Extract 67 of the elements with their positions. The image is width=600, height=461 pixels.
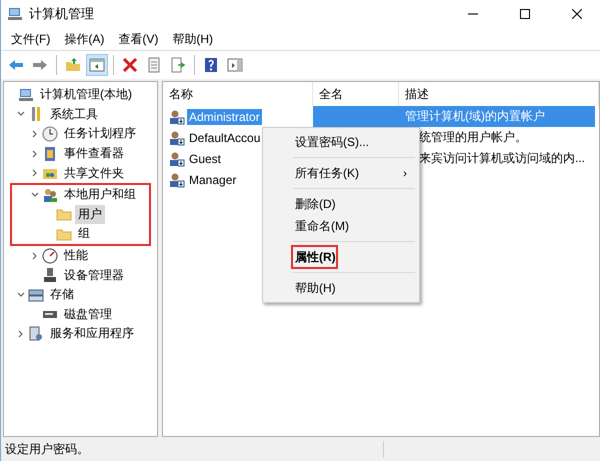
tree-item[interactable]: 存储 <box>47 285 77 304</box>
tree-item[interactable]: 设备管理器 <box>61 266 127 285</box>
tree-item[interactable]: 事件查看器 <box>61 144 127 164</box>
services-icon <box>28 326 44 342</box>
tree-item[interactable]: 服务和应用程序 <box>47 324 137 344</box>
submenu-arrow: › <box>403 166 407 180</box>
menu-option[interactable]: 重命名(M) <box>263 215 419 237</box>
export-list-icon <box>170 57 186 73</box>
menu-option[interactable]: 所有任务(K) › <box>263 162 419 184</box>
description-cell: 管理计算机(域)的内置帐户 <box>399 106 595 127</box>
chevron-right-icon[interactable] <box>31 169 39 178</box>
description-cell-text: 来宾访问计算机或访问域的内... <box>418 150 586 167</box>
user-icon <box>169 172 185 188</box>
description-cell-text: 统管理的用户帐户。 <box>418 129 528 146</box>
menu-item[interactable]: 操作(A) <box>58 28 110 50</box>
tree-item[interactable]: 系统工具 <box>47 104 101 124</box>
log-book-icon <box>42 146 58 162</box>
menu-item[interactable]: 查看(V) <box>112 28 164 50</box>
user-icon <box>169 150 185 166</box>
computer-icon <box>7 6 23 22</box>
delete-icon <box>122 57 138 73</box>
menu-item[interactable]: 文件(F) <box>5 28 56 50</box>
menu-option[interactable]: 删除(D) <box>263 193 419 215</box>
device-manager-icon <box>42 267 58 284</box>
column-header[interactable]: 名称 <box>163 82 313 106</box>
chevron-down-icon[interactable] <box>31 190 39 199</box>
window-title: 计算机管理 <box>29 5 95 23</box>
tree-item[interactable]: 磁盘管理 <box>61 304 115 324</box>
maximize-icon <box>520 9 530 19</box>
chevron-right-icon[interactable] <box>31 150 39 158</box>
console-tree-icon <box>89 57 105 73</box>
chevron-right-icon[interactable] <box>31 252 39 260</box>
tree-item[interactable]: 性能 <box>61 246 91 266</box>
users-icon <box>42 186 58 203</box>
help-icon <box>203 57 219 73</box>
close-icon <box>572 9 582 19</box>
tree-item[interactable]: 计算机管理(本地) <box>37 85 135 104</box>
menu-option[interactable]: 属性(R) <box>291 245 338 269</box>
storage-icon <box>28 286 44 303</box>
user-icon <box>169 108 185 124</box>
menu-item[interactable]: 帮助(H) <box>166 28 219 50</box>
tree-item[interactable]: 用户 <box>75 204 105 224</box>
chevron-down-icon[interactable] <box>17 290 25 299</box>
status-text: 设定用户密码。 <box>1 440 384 458</box>
user-name[interactable]: Guest <box>187 150 224 166</box>
clock-icon <box>42 126 58 142</box>
properties-icon <box>146 57 162 73</box>
menu-option[interactable]: 帮助(H) <box>263 277 419 299</box>
forward-arrow-icon <box>32 57 48 73</box>
gauge-icon <box>42 248 58 264</box>
tree-item[interactable]: 本地用户和组 <box>61 185 139 204</box>
tree-item[interactable]: 任务计划程序 <box>61 124 139 144</box>
tree-item[interactable]: 共享文件夹 <box>61 164 127 183</box>
user-name[interactable]: DefaultAccou <box>187 130 262 146</box>
option-label: 所有任务(K) <box>295 164 359 182</box>
action-pane-icon <box>227 57 243 73</box>
back-arrow-icon <box>8 57 24 73</box>
folder-up-icon <box>65 57 81 73</box>
user-name[interactable]: Manager <box>187 172 238 188</box>
chevron-right-icon[interactable] <box>17 330 25 338</box>
tree-item[interactable]: 组 <box>75 224 93 244</box>
menu-option[interactable]: 设置密码(S)... <box>263 131 419 153</box>
toolbar-button[interactable] <box>86 54 108 76</box>
computer-icon <box>18 86 34 103</box>
user-icon <box>169 130 185 146</box>
chevron-down-icon[interactable] <box>17 110 25 118</box>
chevron-right-icon[interactable] <box>31 130 39 138</box>
